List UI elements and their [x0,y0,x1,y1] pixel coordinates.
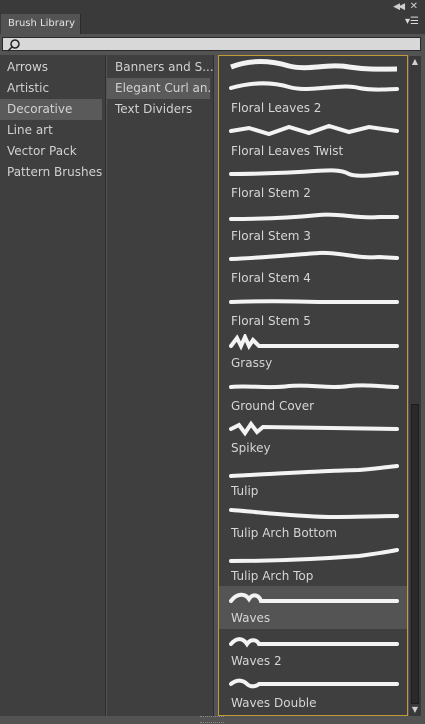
brush-list-item[interactable]: Floral Stem 3 [219,204,407,247]
subcategory-list: Banners and S... Elegant Curl an... Text D… [107,55,214,716]
brush-list-item[interactable]: Waves 2 [219,629,407,672]
brush-stroke-preview [229,212,399,221]
category-item[interactable]: Line art [0,120,105,141]
search-icon [7,39,20,52]
brush-stroke-preview [229,636,399,648]
panel-top-strip: ◀◀ ✕ [0,0,425,14]
brush-stroke-preview [229,420,399,437]
category-item[interactable]: Pattern Brushes [0,162,105,183]
brush-stroke-preview [229,382,399,389]
brush-stroke-preview [229,298,399,304]
brush-name-label: Floral Leaves 2 [231,101,322,115]
category-item[interactable]: Vector Pack [0,141,105,162]
brush-stroke-preview [229,168,399,178]
brush-list-item[interactable]: Waves Double [219,671,407,714]
brush-list-item[interactable]: Floral Leaves 2 [219,76,407,119]
panel-tab-bar: Brush Library ▾☰ [0,14,425,34]
brush-list-item[interactable]: Ground Cover [219,374,407,417]
brush-stroke-preview [229,592,399,603]
brush-list-item[interactable]: Floral Leaves Twist [219,119,407,162]
brush-list-item[interactable]: Spikey [219,416,407,459]
brush-stroke-preview [229,463,399,478]
brush-stroke-preview [229,334,399,351]
brush-name-label: Tulip [231,483,259,498]
brush-name-label: Floral Stem 5 [231,313,311,328]
scroll-down-arrow[interactable]: ▼ [409,704,421,716]
brush-stroke-preview [229,547,399,563]
close-icon[interactable]: ✕ [410,1,418,12]
brush-name-label: Floral Stem 2 [231,186,311,200]
brush-stroke-preview [229,508,399,520]
brush-list-item[interactable]: Grassy [219,331,407,374]
resize-grip[interactable] [200,716,224,723]
brush-stroke-preview-partial[interactable] [219,56,407,76]
brush-name-label: Waves [231,611,271,625]
brush-list-item[interactable]: Floral Stem 5 [219,289,407,332]
brush-list-item[interactable]: Tulip Arch Top [219,544,407,587]
brush-stroke-preview [229,678,399,689]
category-list: Arrows Artistic Decorative Line art Vector P… [0,55,106,716]
brush-stroke-preview [229,123,399,136]
brush-name-label: Grassy [231,356,273,370]
brush-stroke-preview [229,250,399,261]
collapse-icon[interactable]: ◀◀ [393,2,405,12]
brush-name-label: Floral Leaves Twist [231,143,344,158]
subcategory-item[interactable]: Banners and S... [107,57,213,78]
category-item[interactable]: Arrows [0,57,105,78]
brush-name-label: Floral Stem 3 [231,228,311,243]
brush-name-label: Waves Double [231,696,317,710]
brush-list: Floral Leaves 2 Floral Leaves Twist Floral… [218,55,408,716]
brush-list-item[interactable]: Tulip [219,459,407,502]
subcategory-item[interactable]: Text Dividers [107,99,213,120]
brush-name-label: Ground Cover [231,398,315,413]
brush-name-label: Tulip Arch Top [231,568,314,583]
tab-brush-library[interactable]: Brush Library [1,14,81,34]
brush-list-item[interactable]: Tulip Arch Bottom [219,501,407,544]
search-input[interactable] [2,37,421,52]
scroll-thumb[interactable] [411,404,419,704]
brush-name-label: Waves 2 [231,653,282,668]
brush-name-label: Tulip Arch Bottom [231,526,338,540]
brush-name-label: Spikey [231,441,271,455]
subcategory-item[interactable]: Elegant Curl an... [107,78,210,99]
scroll-up-arrow[interactable]: ▲ [409,56,421,68]
category-item[interactable]: Decorative [0,99,102,120]
brush-list-item[interactable]: Waves [219,586,407,629]
brush-stroke-preview [229,81,399,92]
brush-name-label: Floral Stem 4 [231,271,311,285]
brush-list-scrollbar[interactable]: ▲ ▼ [409,56,421,716]
brush-list-item[interactable]: Floral Stem 2 [219,161,407,204]
panel-menu-icon[interactable]: ▾☰ [405,16,419,27]
category-item[interactable]: Artistic [0,78,105,99]
brush-list-item[interactable]: Floral Stem 4 [219,246,407,289]
